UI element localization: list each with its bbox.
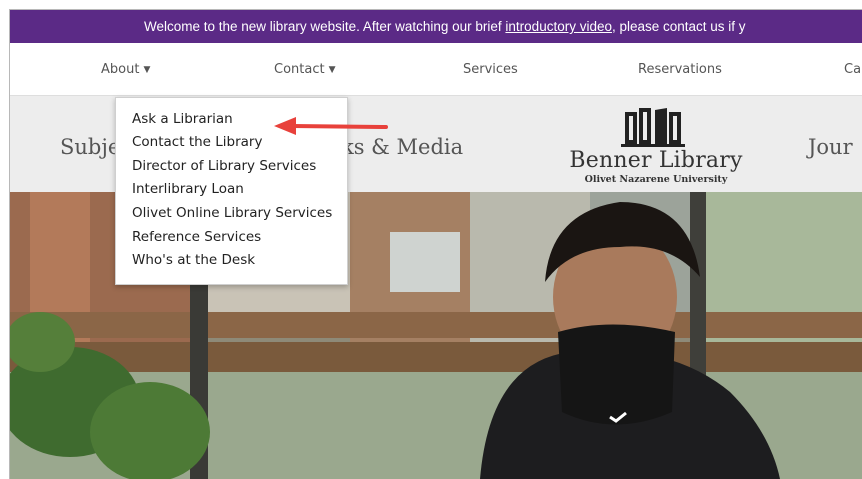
menu-item-contact-the-library[interactable]: Contact the Library [132, 131, 262, 153]
announcement-bar: Welcome to the new library website. Afte… [10, 10, 862, 43]
chevron-down-icon: ▼ [143, 65, 151, 75]
announcement-text-before: Welcome to the new library website. Afte… [144, 19, 506, 34]
logo-subtitle: Olivet Nazarene University [584, 174, 728, 185]
nav-reservations[interactable]: Reservations [638, 62, 722, 77]
logo-name: Benner Library [569, 148, 743, 173]
book-logo-icon [621, 108, 685, 147]
nav-contact-label: Contact [274, 62, 325, 77]
nav-services[interactable]: Services [463, 62, 518, 77]
nav-about-label: About [101, 62, 140, 77]
announcement-text-after: , please contact us if y [611, 19, 746, 34]
menu-item-reference-services[interactable]: Reference Services [132, 226, 261, 248]
quick-link-subjects[interactable]: Subje [60, 135, 120, 159]
nav-services-label: Services [463, 62, 518, 77]
introductory-video-link[interactable]: introductory video [505, 19, 612, 34]
nav-overflow-item[interactable]: Ca [844, 62, 861, 77]
menu-item-interlibrary-loan[interactable]: Interlibrary Loan [132, 178, 244, 200]
menu-item-ask-a-librarian[interactable]: Ask a Librarian [132, 108, 233, 130]
main-nav: About ▼ Contact ▼ Services Reservations Ca [10, 43, 862, 96]
nav-overflow-label: Ca [844, 62, 862, 77]
announcement-text: Welcome to the new library website. Afte… [144, 10, 746, 43]
red-arrow-annotation [274, 117, 388, 135]
quick-link-books-media[interactable]: ks & Media [341, 135, 463, 159]
menu-item-director-of-library-services[interactable]: Director of Library Services [132, 155, 316, 177]
nav-about[interactable]: About ▼ [101, 62, 150, 77]
menu-item-olivet-online-library-services[interactable]: Olivet Online Library Services [132, 202, 332, 224]
menu-item-whos-at-the-desk[interactable]: Who's at the Desk [132, 249, 255, 271]
nav-reservations-label: Reservations [638, 62, 722, 77]
benner-library-logo[interactable]: Benner Library Olivet Nazarene Universit… [566, 104, 746, 185]
chevron-down-icon: ▼ [328, 65, 336, 75]
nav-contact[interactable]: Contact ▼ [274, 62, 336, 77]
page: Welcome to the new library website. Afte… [10, 10, 862, 479]
quick-link-journals[interactable]: Jour [808, 135, 853, 159]
